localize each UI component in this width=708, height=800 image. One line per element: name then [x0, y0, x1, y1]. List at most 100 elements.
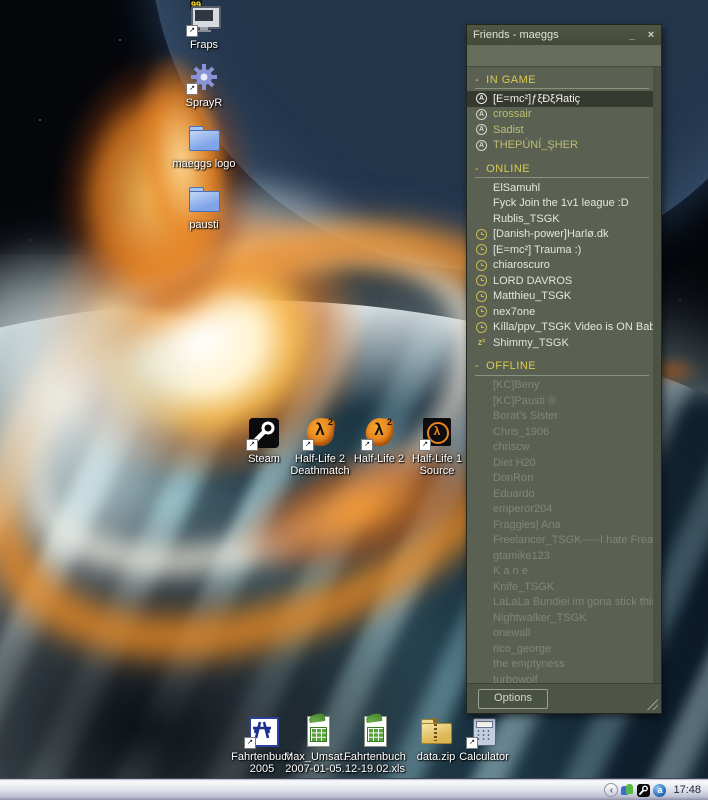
friend-row[interactable]: chiaroscuro [467, 258, 653, 274]
friend-row[interactable]: Nightwalker_TSGK [467, 610, 653, 626]
section-header-online[interactable]: -ONLINE [467, 162, 653, 175]
shortcut-arrow-icon: ↗ [302, 439, 314, 451]
resize-grip[interactable] [644, 696, 658, 710]
icon-label: Fraps [166, 39, 242, 51]
game-icon: A [476, 124, 487, 135]
friend-row[interactable]: nex7one [467, 304, 653, 320]
desktop-icon-half-life-1-source[interactable]: λ ↗ Half-Life 1 Source [399, 416, 475, 477]
friend-row[interactable]: the emptyness [467, 657, 653, 673]
friend-name: crossair [493, 108, 532, 120]
friend-row[interactable]: Eduardo [467, 486, 653, 502]
friend-name: Eduardo [493, 488, 535, 500]
away-clock-icon [476, 275, 487, 286]
status-icon-slot [470, 260, 493, 271]
section-header-in-game[interactable]: -IN GAME [467, 73, 653, 86]
friend-row[interactable]: DonRon [467, 471, 653, 487]
friend-row[interactable]: z²Shimmy_TSGK [467, 335, 653, 351]
friend-row[interactable]: [E=mc²] Trauma :) [467, 242, 653, 258]
friend-name: Rublis_TSGK [493, 213, 560, 225]
status-icon-slot: A [470, 124, 493, 135]
friend-row[interactable]: Fyck Join the 1v1 league :D [467, 196, 653, 212]
app-a-tray-icon[interactable]: a [653, 784, 666, 797]
steam-tray-icon[interactable] [637, 784, 650, 797]
friend-name: ElSamuhl [493, 182, 540, 194]
friend-row[interactable]: K a n e [467, 564, 653, 580]
clock-hand [481, 249, 484, 250]
status-icon-slot: A [470, 109, 493, 120]
friend-row[interactable]: [Danish-power]Harlø.dk [467, 227, 653, 243]
taskbar[interactable]: ‹ a 17:48 [0, 778, 708, 800]
friend-row[interactable]: ElSamuhl [467, 180, 653, 196]
friend-row[interactable]: Freelancer_TSGK-----I hate Freaking POSE… [467, 533, 653, 549]
clock-hand [481, 280, 484, 281]
friend-name: Nightwalker_TSGK [493, 612, 587, 624]
taskbar-clock[interactable]: 17:48 [673, 784, 701, 796]
friends-toolbar-strip [467, 45, 661, 67]
clock-hand [481, 311, 484, 312]
friend-row[interactable]: Kílla/ppv_TSGK Video is ON Baby 4 real !… [467, 320, 653, 336]
desktop-icon-fraps[interactable]: 99 ↗ Fraps [166, 2, 242, 51]
desktop-icon-maeggs-logo[interactable]: maeggs logo [166, 121, 242, 170]
friend-row[interactable]: A[E=mc²]ƒξÐξЯatiç [467, 91, 653, 107]
desktop-icon-sprayr[interactable]: ↗ SprayR [166, 60, 242, 109]
friend-name: Freelancer_TSGK-----I hate Freaking POSE… [493, 534, 653, 546]
system-tray: ‹ a 17:48 [604, 779, 704, 800]
steam-icon: ↗ [247, 416, 281, 450]
friend-row[interactable]: ATHEPÚNÍ_ŞHER [467, 138, 653, 154]
friend-name: K a n e [493, 565, 528, 577]
friends-list: -IN GAMEA[E=mc²]ƒξÐξЯatiçAcrossairASadis… [467, 67, 653, 684]
friend-name: Knife_TSGK [493, 581, 554, 593]
friend-row[interactable]: [KC]Beny [467, 378, 653, 394]
friend-name: DonRon [493, 472, 533, 484]
shortcut-arrow-icon: ↗ [244, 737, 256, 749]
half-life-2-lambda-icon: λ2 ↗ [303, 416, 337, 450]
desktop-icon-calculator[interactable]: ↗ Calculator [446, 714, 522, 763]
desktop-screen: 99 ↗ Fraps ↗ SprayR maeggs logo pausti [0, 0, 708, 800]
friend-row[interactable]: Matthieu_TSGK [467, 289, 653, 305]
section-label: OFFLINE [486, 360, 536, 372]
friend-row[interactable]: Diet H20 [467, 455, 653, 471]
clock-hand [481, 327, 484, 328]
friend-row[interactable]: Acrossair [467, 107, 653, 123]
friend-row[interactable]: ASadist [467, 122, 653, 138]
excel-file-icon [358, 714, 392, 748]
friends-window-titlebar[interactable]: Friends - maeggs _ × [467, 25, 661, 45]
clock-hand [481, 234, 484, 235]
friend-row[interactable]: onewall [467, 626, 653, 642]
section-separator [475, 88, 649, 89]
options-button[interactable]: Options [478, 689, 548, 709]
status-icon-slot: A [470, 140, 493, 151]
friend-row[interactable]: emperor204 [467, 502, 653, 518]
friend-row[interactable]: Knife_TSGK [467, 579, 653, 595]
friend-row[interactable]: Rublis_TSGK [467, 211, 653, 227]
friend-row[interactable]: Chris_1906 [467, 424, 653, 440]
section-header-offline[interactable]: -OFFLINE [467, 360, 653, 373]
desktop-icon-pausti[interactable]: pausti [166, 182, 242, 231]
icon-label: Calculator [446, 751, 522, 763]
close-button[interactable]: × [645, 25, 657, 45]
friend-name: THEPÚNÍ_ŞHER [493, 139, 578, 151]
shortcut-arrow-icon: ↗ [419, 439, 431, 451]
friend-name: LaLaLa Bundiei im gona stick this way, L… [493, 596, 653, 608]
shortcut-arrow-icon: ↗ [466, 737, 478, 749]
shortcut-arrow-icon: ↗ [186, 25, 198, 37]
friend-name: rico_george [493, 643, 551, 655]
collapse-indicator[interactable]: - [475, 360, 479, 372]
messenger-tray-icon[interactable] [621, 784, 634, 797]
folder-icon [187, 182, 221, 216]
minimize-button[interactable]: _ [626, 25, 638, 45]
friend-row[interactable]: [KC]Pausti ® [467, 393, 653, 409]
calculator-icon: ↗ [467, 714, 501, 748]
friend-row[interactable]: rico_george [467, 641, 653, 657]
friend-row[interactable]: LaLaLa Bundiei im gona stick this way, L… [467, 595, 653, 611]
friend-row[interactable]: gtamike123 [467, 548, 653, 564]
hide-icons-chevron[interactable]: ‹ [604, 783, 618, 797]
away-clock-icon [476, 322, 487, 333]
collapse-indicator[interactable]: - [475, 74, 479, 86]
collapse-indicator[interactable]: - [475, 163, 479, 175]
friend-row[interactable]: Fraggies| Ana [467, 517, 653, 533]
friend-row[interactable]: Borat's Sister [467, 409, 653, 425]
icon-label: Half-Life 1 Source [399, 453, 475, 477]
friend-row[interactable]: chriscw [467, 440, 653, 456]
friend-row[interactable]: LORD DAVROS [467, 273, 653, 289]
